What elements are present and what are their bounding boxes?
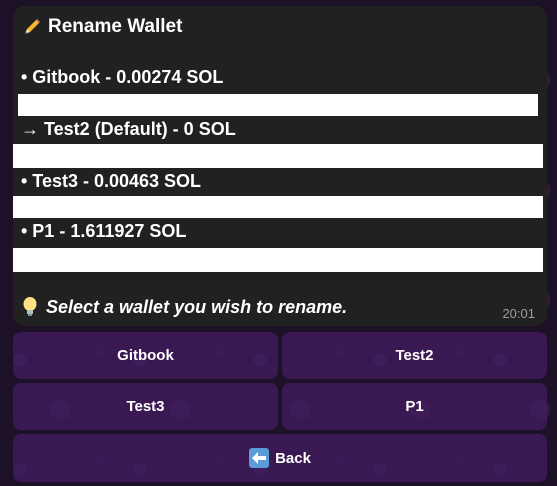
back-button[interactable]: Back: [13, 434, 547, 482]
message-timestamp: 20:01: [502, 306, 535, 321]
wallet-line-test2: → Test2 (Default) - 0 SOL: [21, 119, 236, 139]
wallet-button-test3[interactable]: Test3: [13, 383, 278, 430]
wallet-line-gitbook: • Gitbook - 0.00274 SOL: [21, 67, 224, 87]
redacted-address-bar: [18, 94, 538, 116]
wallet-button-p1[interactable]: P1: [282, 383, 547, 430]
back-arrow-icon: [249, 448, 270, 468]
button-label: Gitbook: [117, 347, 174, 364]
wallet-line-p1: • P1 - 1.611927 SOL: [21, 221, 187, 241]
button-label: Back: [275, 449, 311, 467]
button-label: Test3: [126, 398, 165, 415]
wallet-button-gitbook[interactable]: Gitbook: [13, 332, 278, 379]
wallet-line-test3: • Test3 - 0.00463 SOL: [21, 171, 202, 191]
message-title: Rename Wallet: [22, 16, 182, 38]
message-prompt: Select a wallet you wish to rename.: [22, 296, 347, 318]
redacted-address-bar: [13, 144, 543, 168]
pencil-icon: [22, 17, 42, 37]
prompt-text: Select a wallet you wish to rename.: [46, 296, 348, 317]
light-bulb-icon: [22, 296, 38, 318]
button-label: P1: [405, 398, 424, 415]
wallet-button-test2[interactable]: Test2: [282, 332, 547, 379]
button-label: Test2: [395, 347, 434, 364]
bot-message-bubble: Rename Wallet • Gitbook - 0.00274 SOL → …: [13, 6, 547, 326]
message-title-text: Rename Wallet: [48, 16, 183, 37]
redacted-address-bar: [13, 248, 543, 272]
redacted-address-bar: [13, 196, 543, 218]
